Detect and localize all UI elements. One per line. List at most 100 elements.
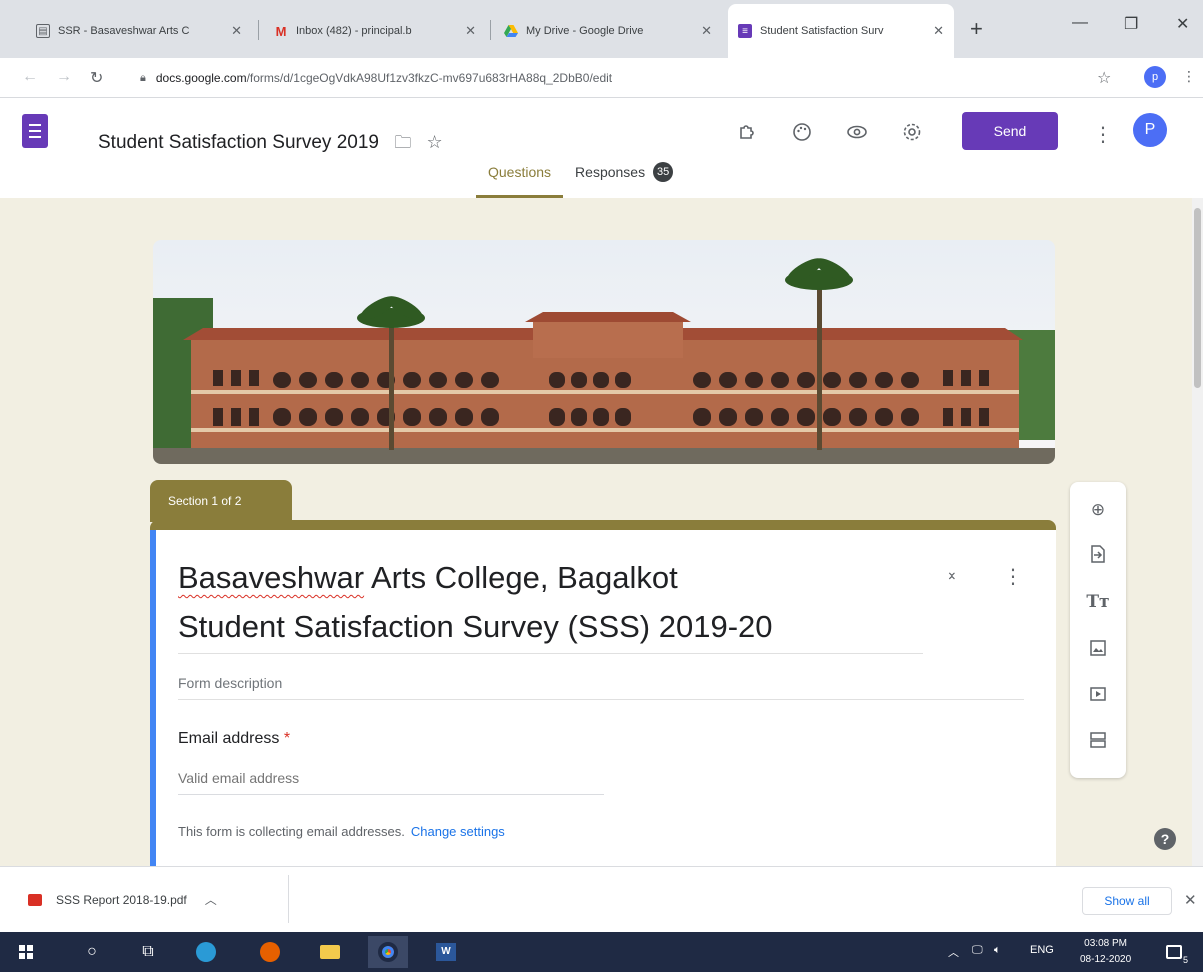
system-clock[interactable]: 03:08 PM 08-12-2020 xyxy=(1080,936,1131,968)
show-all-button[interactable]: Show all xyxy=(1082,887,1172,915)
drive-icon xyxy=(504,24,518,38)
pdf-file-icon xyxy=(28,893,42,906)
preview-eye-icon[interactable] xyxy=(846,122,868,148)
back-arrow-icon[interactable]: ← xyxy=(22,68,38,86)
file-explorer-icon[interactable] xyxy=(316,940,344,964)
forward-arrow-icon[interactable]: → xyxy=(56,68,72,86)
section-more-icon[interactable]: ⋮ xyxy=(1003,564,1023,589)
gmail-icon: M xyxy=(275,23,287,39)
search-circle-icon[interactable]: ○ xyxy=(80,940,104,964)
scrollbar-thumb[interactable] xyxy=(1194,208,1201,388)
bookmark-star-icon[interactable]: ☆ xyxy=(1097,68,1111,88)
windows-start-icon[interactable] xyxy=(14,940,38,964)
close-icon[interactable]: ✕ xyxy=(465,23,476,39)
active-card-indicator xyxy=(150,530,156,866)
forms-logo-icon[interactable] xyxy=(22,114,48,148)
url-domain: docs.google.com xyxy=(155,71,247,85)
email-input[interactable] xyxy=(178,770,604,795)
folder-icon[interactable]: 🗀︎ xyxy=(394,133,411,152)
chevron-up-icon[interactable]: ︿ xyxy=(205,891,217,908)
document-icon: ▤ xyxy=(36,24,50,38)
tab-title: Inbox (482) - principal.b xyxy=(296,25,412,37)
email-question-label: Email address * xyxy=(178,730,290,748)
responses-count-badge: 35 xyxy=(653,162,674,182)
firefox-icon[interactable] xyxy=(256,940,284,964)
help-icon[interactable]: ? xyxy=(1154,828,1176,850)
browser-tab-forms[interactable]: ≡ Student Satisfaction Surv ✕ xyxy=(728,4,954,58)
form-title-line2[interactable]: Student Satisfaction Survey (SSS) 2019-2… xyxy=(178,609,923,654)
close-icon[interactable]: ✕ xyxy=(933,23,944,39)
floating-toolbar: ⊕ Tт xyxy=(1070,482,1126,778)
header-banner-image[interactable] xyxy=(153,240,1055,464)
download-divider xyxy=(288,875,289,923)
form-title-line1[interactable]: Basaveshwar Arts College, Bagalkot xyxy=(178,560,678,596)
browser-menu-icon[interactable]: ⋮ xyxy=(1182,68,1196,85)
clock-date: 08-12-2020 xyxy=(1080,954,1132,965)
task-view-icon[interactable]: ⧉ xyxy=(136,940,160,964)
close-icon[interactable]: ✕ xyxy=(231,23,242,39)
addons-puzzle-icon[interactable] xyxy=(737,122,757,148)
more-options-icon[interactable]: ⋮ xyxy=(1093,122,1113,147)
collapse-section-icon[interactable]: ⌄ ⌃ xyxy=(946,564,958,588)
forms-icon: ≡ xyxy=(738,24,752,38)
browser-profile-avatar[interactable]: p xyxy=(1144,66,1166,88)
form-title-header[interactable]: Student Satisfaction Survey 2019 🗀︎ ☆ xyxy=(98,130,443,159)
new-tab-icon[interactable]: + xyxy=(970,16,983,42)
tab-responses[interactable]: Responses 35 xyxy=(563,162,685,198)
palette-icon[interactable] xyxy=(792,122,812,148)
tab-responses-label: Responses xyxy=(575,164,646,180)
word-icon[interactable]: W xyxy=(432,940,460,964)
url-path: /forms/d/1cgeOgVdkA98Uf1zv3fkzC-mv697u68… xyxy=(246,71,613,85)
tab-title: SSR - Basaveshwar Arts C xyxy=(58,25,190,37)
form-title-text: Student Satisfaction Survey 2019 xyxy=(98,132,379,153)
minimize-icon[interactable]: — xyxy=(1072,14,1088,32)
close-icon[interactable]: ✕ xyxy=(701,23,712,39)
email-collection-note: This form is collecting email addresses.… xyxy=(178,824,505,839)
add-question-icon[interactable]: ⊕ xyxy=(1070,490,1126,530)
settings-gear-icon[interactable] xyxy=(902,122,922,148)
browser-toolbar: ← → ↻ 🔒︎ docs.google.com /forms/d/1cgeOg… xyxy=(0,58,1203,98)
form-description-field[interactable]: Form description xyxy=(178,675,1024,700)
clock-time: 03:08 PM xyxy=(1084,938,1127,949)
download-item[interactable]: SSS Report 2018-19.pdf ︿ xyxy=(28,891,217,908)
add-section-icon[interactable] xyxy=(1070,720,1126,760)
windows-taskbar: ○ ⧉ W ︿ 🖵︎ 🔈︎ ENG 03:08 PM 08-12-2020 5 xyxy=(0,932,1203,972)
network-icon[interactable]: 🖵︎ xyxy=(972,944,983,957)
change-settings-link[interactable]: Change settings xyxy=(411,824,505,839)
download-bar: SSS Report 2018-19.pdf ︿ Show all ✕ xyxy=(0,866,1203,932)
tab-divider xyxy=(490,20,491,40)
form-header-card[interactable]: Basaveshwar Arts College, Bagalkot Stude… xyxy=(150,520,1056,866)
browser-tab-gmail[interactable]: M Inbox (482) - principal.b ✕ xyxy=(264,4,486,58)
address-bar[interactable]: 🔒︎ docs.google.com /forms/d/1cgeOgVdkA98… xyxy=(140,64,1085,92)
maximize-icon[interactable]: ❐ xyxy=(1124,14,1138,34)
tray-chevron-icon[interactable]: ︿ xyxy=(948,944,959,960)
browser-tab-strip: ▤ SSR - Basaveshwar Arts C ✕ M Inbox (48… xyxy=(0,0,1203,58)
tab-divider xyxy=(258,20,259,40)
chrome-taskbar-icon[interactable] xyxy=(368,936,408,968)
add-title-icon[interactable]: Tт xyxy=(1070,582,1126,622)
window-close-icon[interactable]: ✕ xyxy=(1176,14,1189,34)
add-image-icon[interactable] xyxy=(1070,628,1126,668)
account-avatar[interactable]: P xyxy=(1133,113,1167,147)
download-file-name: SSS Report 2018-19.pdf xyxy=(56,892,187,907)
notifications-icon[interactable]: 5 xyxy=(1160,940,1188,965)
tab-questions[interactable]: Questions xyxy=(476,162,564,198)
page-scrollbar[interactable] xyxy=(1192,198,1203,866)
forms-header: Student Satisfaction Survey 2019 🗀︎ ☆ Se… xyxy=(0,98,1203,198)
volume-icon[interactable]: 🔈︎ xyxy=(994,944,1001,957)
import-questions-icon[interactable] xyxy=(1070,534,1126,574)
edge-browser-icon[interactable] xyxy=(192,940,220,964)
add-video-icon[interactable] xyxy=(1070,674,1126,714)
notification-count: 5 xyxy=(1182,955,1188,965)
title-line1-rest: Arts College, Bagalkot xyxy=(364,560,678,595)
reload-icon[interactable]: ↻ xyxy=(90,68,103,88)
close-downloads-icon[interactable]: ✕ xyxy=(1184,891,1197,909)
star-icon[interactable]: ☆ xyxy=(427,132,443,152)
browser-tab-ssr[interactable]: ▤ SSR - Basaveshwar Arts C ✕ xyxy=(26,4,252,58)
collect-note-text: This form is collecting email addresses. xyxy=(178,824,405,839)
form-tabs: Questions Responses 35 xyxy=(476,162,685,198)
browser-tab-drive[interactable]: My Drive - Google Drive ✕ xyxy=(494,4,722,58)
send-button[interactable]: Send xyxy=(962,112,1058,150)
language-indicator[interactable]: ENG xyxy=(1030,944,1054,956)
tab-title: Student Satisfaction Surv xyxy=(760,25,884,37)
